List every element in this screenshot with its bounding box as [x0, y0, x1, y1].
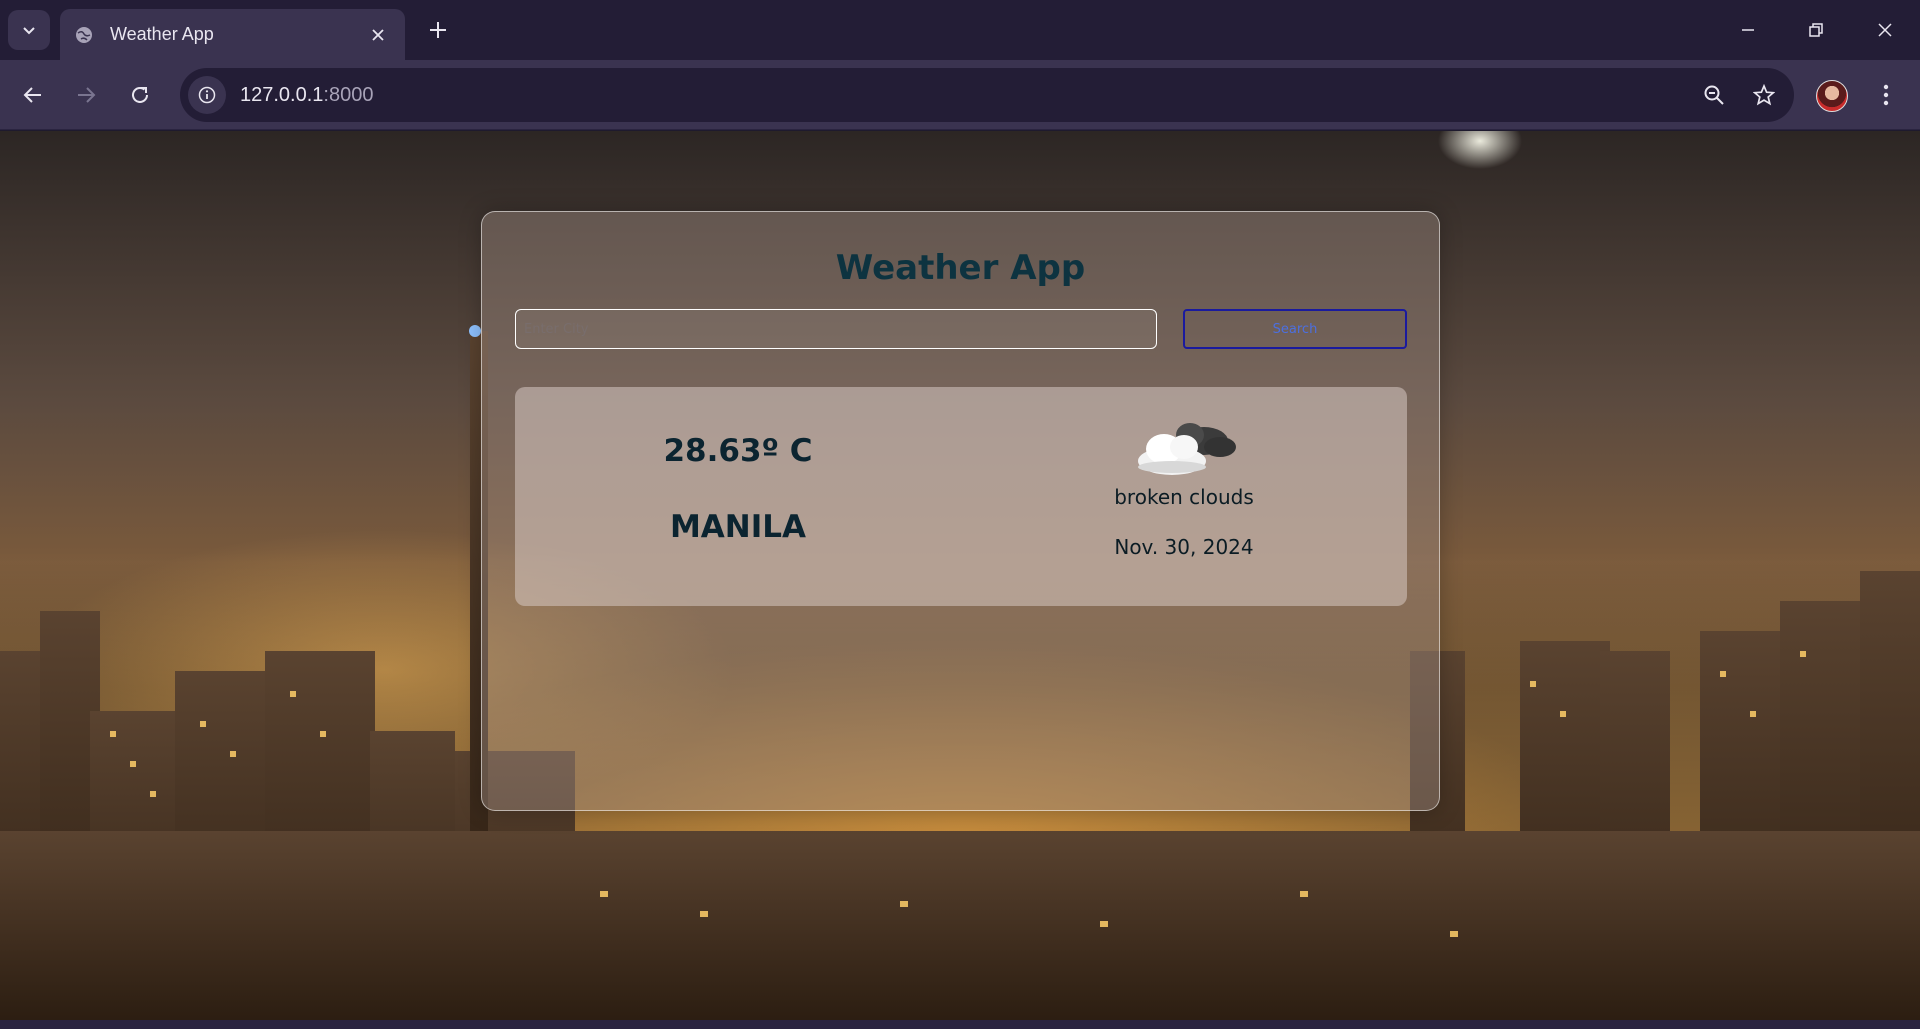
minimize-button[interactable] — [1725, 10, 1771, 50]
broken-clouds-icon — [1138, 423, 1236, 475]
url-text[interactable]: 127.0.0.1:8000 — [240, 84, 1694, 107]
more-vertical-icon — [1883, 84, 1889, 106]
weather-date: Nov. 30, 2024 — [1114, 535, 1254, 559]
arrow-right-icon — [78, 87, 96, 103]
browser-menu-button[interactable] — [1868, 77, 1904, 113]
page-viewport: Weather App Search 28.63º C MANILA broke… — [0, 131, 1920, 1029]
city-search-input[interactable] — [515, 309, 1157, 349]
new-tab-button[interactable] — [422, 14, 454, 46]
restore-button[interactable] — [1793, 10, 1839, 50]
weather-result-panel: 28.63º C MANILA broken clouds Nov. 30, 2… — [515, 387, 1407, 606]
globe-icon — [74, 25, 94, 45]
plus-icon — [430, 22, 446, 38]
browser-tab[interactable]: Weather App — [60, 9, 405, 60]
search-button[interactable]: Search — [1183, 309, 1407, 349]
close-icon — [1878, 23, 1892, 37]
url-host: 127.0.0.1 — [240, 83, 324, 106]
tab-search-button[interactable] — [8, 10, 50, 50]
weather-card: Weather App Search 28.63º C MANILA broke… — [481, 211, 1440, 811]
reload-icon — [132, 86, 148, 103]
bookmark-star-icon[interactable] — [1744, 75, 1784, 115]
site-info-icon[interactable] — [188, 76, 226, 114]
zoom-out-icon[interactable] — [1694, 75, 1734, 115]
back-button[interactable] — [15, 77, 51, 113]
minimize-icon — [1742, 29, 1754, 31]
forward-button[interactable] — [68, 77, 104, 113]
city-name: MANILA — [669, 509, 807, 545]
weather-description: broken clouds — [1114, 485, 1254, 509]
restore-icon — [1809, 23, 1823, 37]
url-port: :8000 — [323, 83, 374, 106]
reload-button[interactable] — [122, 77, 158, 113]
tab-title: Weather App — [110, 24, 214, 44]
address-bar[interactable]: 127.0.0.1:8000 — [180, 68, 1794, 122]
browser-toolbar: 127.0.0.1:8000 — [0, 60, 1920, 130]
close-window-button[interactable] — [1862, 10, 1908, 50]
app-title: Weather App — [835, 248, 1086, 288]
arrow-left-icon — [23, 87, 41, 103]
chevron-down-icon — [23, 27, 35, 35]
profile-avatar[interactable] — [1816, 80, 1848, 112]
taskbar-strip — [0, 1020, 1920, 1029]
temperature: 28.63º C — [663, 433, 813, 469]
tab-close-icon[interactable] — [365, 22, 391, 48]
tab-bar: Weather App — [0, 0, 1920, 60]
